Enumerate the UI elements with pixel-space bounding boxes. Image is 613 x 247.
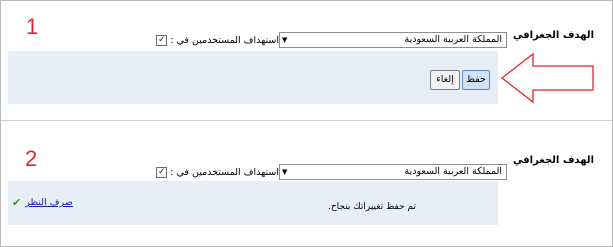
window-frame: 1 الهدف الجغرافي ✓ استهداف المستخدمين في… bbox=[0, 0, 613, 247]
country-select-2[interactable]: المملكة العربية السعودية ▼ bbox=[279, 164, 507, 180]
geo-target-checkbox-1[interactable]: ✓ bbox=[156, 34, 168, 46]
chevron-down-icon: ▼ bbox=[282, 168, 288, 176]
chevron-down-icon: ▼ bbox=[282, 36, 288, 44]
cancel-button[interactable]: إلغاء bbox=[430, 70, 460, 90]
save-button[interactable]: حفظ bbox=[462, 70, 490, 90]
geo-target-label-1: الهدف الجغرافي bbox=[512, 30, 594, 41]
geo-target-label-2: الهدف الجغرافي bbox=[512, 155, 594, 166]
geo-target-checkbox-label-2: استهداف المستخدمين في : bbox=[170, 166, 279, 178]
step-number-2: 2 bbox=[25, 146, 38, 171]
geo-target-checkbox-label-1: استهداف المستخدمين في : bbox=[170, 34, 279, 46]
geo-target-checkbox-2[interactable]: ✓ bbox=[156, 166, 168, 178]
dismiss-link[interactable]: ✔ صرف النظر bbox=[12, 196, 73, 209]
geo-target-row-1: ✓ استهداف المستخدمين في : المملكة العربي… bbox=[153, 32, 507, 48]
step-number-1: 1 bbox=[26, 14, 39, 39]
section-divider bbox=[1, 120, 612, 121]
success-message: تم حفظ تغييراتك بنجاح. bbox=[327, 202, 416, 212]
geo-target-row-2: ✓ استهداف المستخدمين في : المملكة العربي… bbox=[153, 164, 507, 180]
country-select-value-2: المملكة العربية السعودية bbox=[404, 166, 502, 177]
callout-arrow-icon bbox=[500, 52, 594, 104]
action-panel-1: حفظ إلغاء bbox=[8, 51, 498, 104]
country-select-1[interactable]: المملكة العربية السعودية ▼ bbox=[279, 32, 507, 48]
check-icon: ✔ bbox=[12, 196, 22, 209]
success-panel-2: تم حفظ تغييراتك بنجاح. ✔ صرف النظر bbox=[8, 181, 498, 225]
dismiss-label[interactable]: صرف النظر bbox=[25, 197, 73, 208]
country-select-value-1: المملكة العربية السعودية bbox=[404, 34, 502, 45]
